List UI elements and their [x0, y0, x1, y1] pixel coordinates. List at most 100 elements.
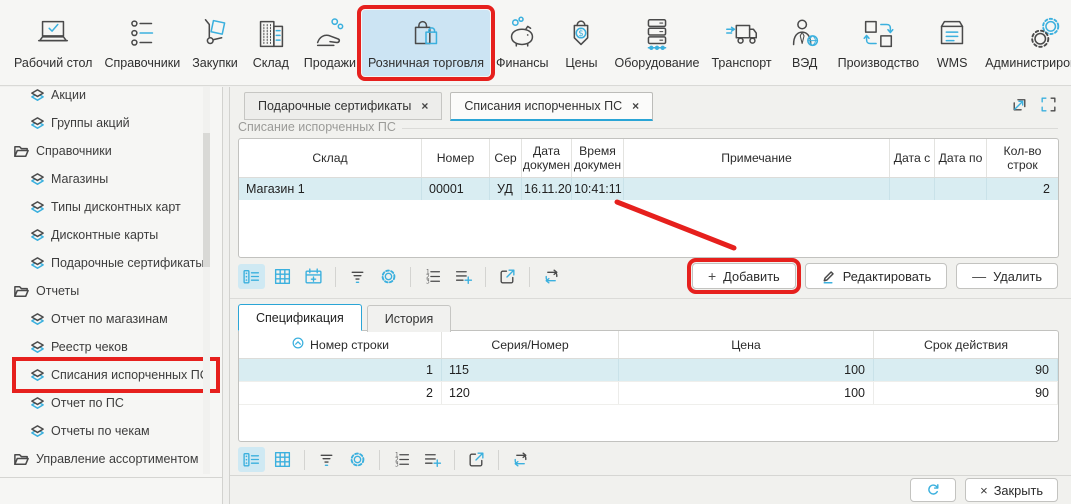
module-item-purchasing[interactable]: Закупки	[186, 10, 244, 76]
open-in-window-icon[interactable]	[1010, 95, 1029, 114]
column-header[interactable]: Время докумен	[572, 139, 624, 177]
column-header-sorted[interactable]: Номер строки	[239, 331, 442, 358]
table-row-selected[interactable]: Магазин 1 00001 УД 16.11.20 10:41:11 2	[239, 178, 1058, 200]
tab-specification[interactable]: Спецификация	[238, 304, 362, 331]
column-header[interactable]: Дата по	[935, 139, 987, 177]
column-header[interactable]: Склад	[239, 139, 422, 177]
column-header[interactable]: Срок действия	[874, 331, 1058, 358]
table-row-selected[interactable]: 1 115 100 90	[239, 359, 1058, 382]
tree-folder[interactable]: Управление ассортиментом	[0, 445, 222, 473]
gear-icon	[379, 267, 398, 286]
sidebar-scrollbar-thumb[interactable]	[203, 133, 210, 267]
numbered-list-icon: 123	[392, 450, 411, 469]
reload-button[interactable]	[507, 447, 534, 472]
module-label: Склад	[253, 56, 289, 70]
column-header[interactable]: Кол-во строк	[987, 139, 1058, 177]
close-icon[interactable]: ×	[632, 99, 639, 113]
spec-table-header: Номер строки Серия/Номер Цена Срок дейст…	[239, 331, 1058, 359]
module-item-equipment[interactable]: Оборудование	[608, 10, 705, 76]
module-label: Транспорт	[712, 56, 772, 70]
groupbox-legend: Списание испорченных ПС	[238, 120, 1058, 134]
edit-button[interactable]: Редактировать	[805, 263, 947, 289]
numbered-list-button[interactable]: 123	[388, 447, 415, 472]
module-label: Розничная торговля	[368, 56, 484, 70]
expand-icon[interactable]	[1039, 95, 1058, 114]
pencil-icon	[821, 269, 836, 284]
tree-item[interactable]: Акции	[0, 87, 222, 109]
column-header[interactable]: Примечание	[624, 139, 890, 177]
tree-item[interactable]: Типы дисконтных карт	[0, 193, 222, 221]
settings-button[interactable]	[375, 264, 402, 289]
column-header[interactable]: Сер	[490, 139, 522, 177]
tree-item[interactable]: Отчет по ПС	[0, 389, 222, 417]
module-label: ВЭД	[792, 56, 817, 70]
tree-folder[interactable]: Справочники	[0, 137, 222, 165]
column-header[interactable]: Цена	[619, 331, 874, 358]
list-view-button[interactable]	[238, 447, 265, 472]
module-item-wms[interactable]: WMS	[925, 10, 979, 76]
module-item-directories[interactable]: Справочники	[98, 10, 186, 76]
module-item-administration[interactable]: Администрирование	[979, 10, 1071, 76]
column-header[interactable]: Дата докумен	[522, 139, 572, 177]
add-rows-button[interactable]	[450, 264, 477, 289]
refresh-button[interactable]	[910, 478, 956, 502]
list-view-button[interactable]	[238, 264, 265, 289]
tab-writeoffs[interactable]: Списания испорченных ПС ×	[450, 92, 653, 121]
tree-item[interactable]: Отчеты по чекам	[0, 417, 222, 445]
open-external-icon	[498, 267, 517, 286]
calendar-add-button[interactable]	[300, 264, 327, 289]
grid-view-button[interactable]	[269, 264, 296, 289]
open-external-button[interactable]	[463, 447, 490, 472]
layers-diamond-icon	[30, 368, 45, 383]
module-label: WMS	[937, 56, 968, 70]
hand-coins-icon	[309, 15, 351, 53]
numbered-list-button[interactable]: 123	[419, 264, 446, 289]
module-item-production[interactable]: Производство	[832, 10, 926, 76]
tree-item[interactable]: Отчет по магазинам	[0, 305, 222, 333]
tree-item[interactable]: Магазины	[0, 165, 222, 193]
tree-item-writeoffs-selected[interactable]: Списания испорченных ПС	[0, 361, 222, 389]
reload-button[interactable]	[538, 264, 565, 289]
close-icon[interactable]: ×	[421, 99, 428, 113]
module-item-foreign-trade[interactable]: ВЭД	[778, 10, 832, 76]
splitter[interactable]	[230, 298, 1071, 299]
module-item-retail-trade[interactable]: Розничная торговля	[362, 10, 490, 76]
documents-table: Склад Номер Сер Дата докумен Время докум…	[238, 138, 1059, 258]
tree-item[interactable]: Дисконтные карты	[0, 221, 222, 249]
module-label: Оборудование	[614, 56, 699, 70]
column-header[interactable]: Дата с	[890, 139, 935, 177]
tree-item[interactable]: Реестр чеков	[0, 333, 222, 361]
table-row[interactable]: 2 120 100 90	[239, 382, 1058, 405]
spec-tabbar: Спецификация История	[238, 304, 451, 332]
svg-text:$: $	[579, 29, 584, 39]
filter-button[interactable]	[344, 264, 371, 289]
add-rows-icon	[423, 450, 442, 469]
module-item-finance[interactable]: Финансы	[490, 10, 554, 76]
filter-button[interactable]	[313, 447, 340, 472]
grid-view-button[interactable]	[269, 447, 296, 472]
tab-history[interactable]: История	[367, 305, 451, 332]
plus-icon: +	[708, 268, 716, 284]
add-button[interactable]: + Добавить	[692, 263, 796, 289]
module-item-prices[interactable]: $ Цены	[554, 10, 608, 76]
open-external-button[interactable]	[494, 264, 521, 289]
settings-button[interactable]	[344, 447, 371, 472]
tree-item[interactable]: Группы акций	[0, 109, 222, 137]
column-header[interactable]: Серия/Номер	[442, 331, 619, 358]
column-header[interactable]: Номер	[422, 139, 490, 177]
server-rack-icon	[636, 15, 678, 53]
delete-button[interactable]: — Удалить	[956, 263, 1058, 289]
sort-asc-icon	[291, 336, 305, 353]
tab-gift-certificates[interactable]: Подарочные сертификаты ×	[244, 92, 442, 120]
module-item-warehouse[interactable]: Склад	[244, 10, 298, 76]
module-item-desktop[interactable]: Рабочий стол	[8, 10, 98, 76]
document-actions: + Добавить Редактировать — Удалить	[692, 263, 1058, 289]
module-label: Рабочий стол	[14, 56, 92, 70]
add-rows-button[interactable]	[419, 447, 446, 472]
tree-item[interactable]: Подарочные сертификаты	[0, 249, 222, 277]
close-button[interactable]: × Закрыть	[965, 478, 1058, 502]
module-item-transport[interactable]: Транспорт	[706, 10, 778, 76]
tree-folder[interactable]: Отчеты	[0, 277, 222, 305]
module-item-sales[interactable]: Продажи	[298, 10, 362, 76]
sidebar-divider	[0, 477, 222, 478]
